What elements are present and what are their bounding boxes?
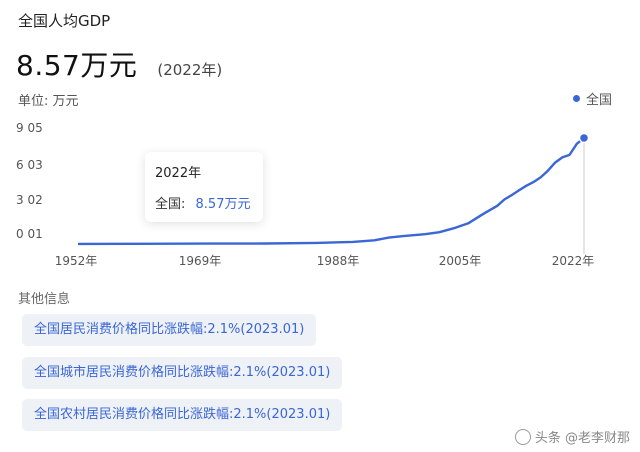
line-chart[interactable]: 9 05 6 03 3 02 0 01 1952年 1969年 1988年 2005年 2022… <box>0 0 640 280</box>
info-link-cpi-national[interactable]: 全国居民消费价格同比涨跌幅:2.1%(2023.01) <box>22 314 317 346</box>
x-tick-label: 1952年 <box>55 254 98 268</box>
y-tick-label: 3 02 <box>16 193 43 207</box>
x-tick-label: 1988年 <box>317 254 360 268</box>
tooltip-row: 全国: 8.57万元 <box>155 193 253 212</box>
x-tick-label: 1969年 <box>179 254 222 268</box>
x-tick-label: 2022年 <box>552 254 595 268</box>
tooltip-value: 8.57万元 <box>195 197 251 212</box>
watermark-logo-icon <box>514 428 531 445</box>
x-tick-label: 2005年 <box>439 254 482 268</box>
tooltip-series-label: 全国: <box>155 197 186 212</box>
watermark-text: 头条 @老李财那 <box>534 431 630 446</box>
highlight-point <box>578 132 590 144</box>
watermark: 头条 @老李财那 <box>514 427 630 446</box>
info-link-cpi-urban[interactable]: 全国城市居民消费价格同比涨跌幅:2.1%(2023.01) <box>22 357 343 389</box>
other-info-title: 其他信息 <box>18 292 71 307</box>
info-link-cpi-rural[interactable]: 全国农村居民消费价格同比涨跌幅:2.1%(2023.01) <box>22 399 343 431</box>
tooltip-year: 2022年 <box>155 166 202 181</box>
chart-tooltip: 2022年 全国: 8.57万元 <box>145 152 263 222</box>
y-tick-label: 6 03 <box>16 158 43 172</box>
y-tick-label: 0 01 <box>16 227 43 241</box>
y-tick-label: 9 05 <box>16 121 43 135</box>
